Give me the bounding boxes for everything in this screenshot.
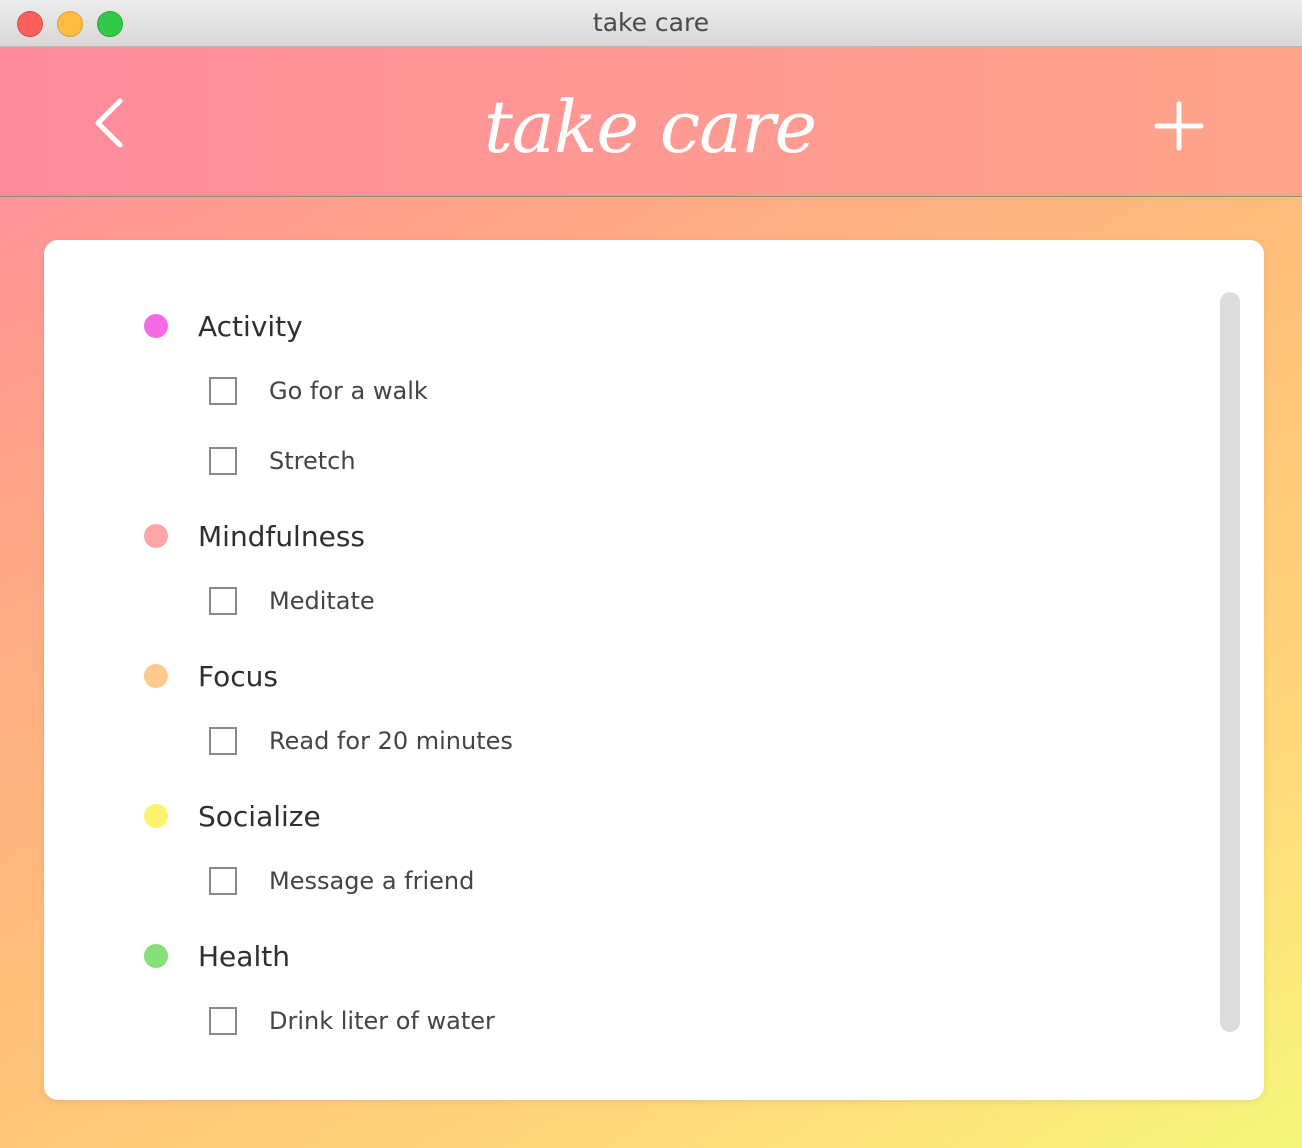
chevron-left-icon [95, 98, 123, 148]
task-label: Go for a walk [269, 377, 428, 405]
plus-icon [1154, 101, 1204, 151]
task-checkbox[interactable] [209, 447, 237, 475]
task-item[interactable]: Drink liter of water [209, 1003, 495, 1039]
task-checkbox[interactable] [209, 727, 237, 755]
app-logo: take care [483, 85, 817, 169]
category-color-dot [144, 314, 168, 338]
scrollbar[interactable] [1220, 292, 1240, 1032]
task-label: Read for 20 minutes [269, 727, 513, 755]
category-label: Mindfulness [198, 519, 365, 553]
category-socialize: Socialize [144, 796, 321, 836]
category-color-dot [144, 804, 168, 828]
task-item[interactable]: Go for a walk [209, 373, 428, 409]
task-item[interactable]: Read for 20 minutes [209, 723, 513, 759]
task-checkbox[interactable] [209, 587, 237, 615]
category-color-dot [144, 944, 168, 968]
task-item[interactable]: Message a friend [209, 863, 474, 899]
task-item[interactable]: Stretch [209, 443, 356, 479]
task-checkbox[interactable] [209, 377, 237, 405]
category-label: Health [198, 939, 290, 973]
category-label: Activity [198, 309, 303, 343]
task-checkbox[interactable] [209, 1007, 237, 1035]
category-color-dot [144, 524, 168, 548]
back-button[interactable] [86, 95, 136, 151]
category-focus: Focus [144, 656, 278, 696]
category-mindfulness: Mindfulness [144, 516, 365, 556]
task-label: Message a friend [269, 867, 475, 895]
window-title: take care [592, 8, 710, 37]
app-header: take care [0, 47, 1302, 197]
category-activity: Activity [144, 306, 303, 346]
category-health: Health [144, 936, 290, 976]
app-window: take care take care Activity Go for a wa… [0, 0, 1302, 1148]
app-content: take care Activity Go for a walk Stretch… [0, 47, 1302, 1148]
task-item[interactable]: Meditate [209, 583, 375, 619]
task-card: Activity Go for a walk Stretch Mindfulne… [44, 240, 1264, 1100]
category-label: Focus [198, 659, 278, 693]
add-button[interactable] [1152, 99, 1206, 153]
task-label: Stretch [269, 447, 356, 475]
category-label: Socialize [198, 799, 321, 833]
task-checkbox[interactable] [209, 867, 237, 895]
title-bar[interactable]: take care [0, 0, 1302, 47]
task-label: Drink liter of water [269, 1007, 495, 1035]
category-color-dot [144, 664, 168, 688]
task-label: Meditate [269, 587, 375, 615]
